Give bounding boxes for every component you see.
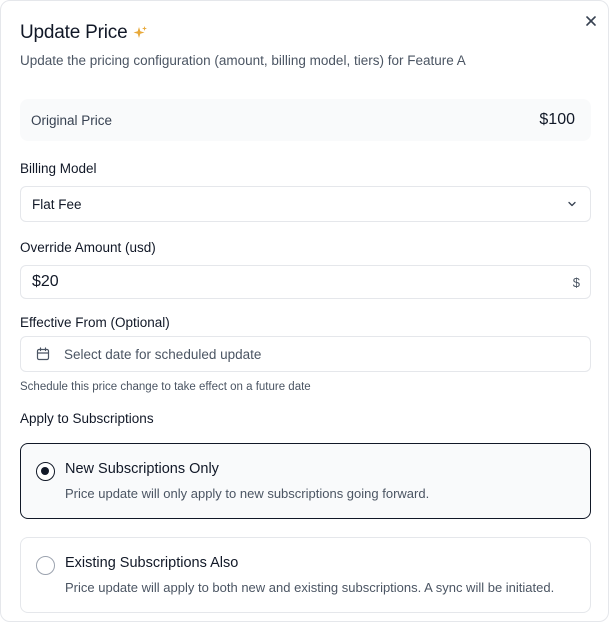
override-amount-field: $ [20, 265, 591, 299]
option-description: Price update will only apply to new subs… [65, 486, 430, 501]
date-placeholder: Select date for scheduled update [64, 346, 262, 362]
chevron-down-icon [568, 201, 576, 207]
title-row: Update Price [20, 22, 148, 44]
original-price-value: $100 [539, 111, 575, 128]
radio-selected-dot [41, 467, 49, 475]
option-title: New Subscriptions Only [65, 461, 219, 477]
effective-from-label: Effective From (Optional) [20, 315, 170, 330]
override-amount-input[interactable] [32, 273, 532, 291]
calendar-icon [36, 347, 50, 361]
close-icon [586, 16, 596, 26]
original-price-panel: Original Price $100 [20, 99, 591, 141]
radio-existing-subscriptions[interactable] [36, 556, 55, 575]
option-existing-subscriptions[interactable]: Existing Subscriptions Also Price update… [20, 537, 591, 613]
dialog-subtitle: Update the pricing configuration (amount… [20, 53, 466, 68]
override-amount-label: Override Amount (usd) [20, 240, 156, 255]
currency-suffix: $ [572, 274, 580, 290]
option-description: Price update will apply to both new and … [65, 580, 555, 595]
billing-model-value: Flat Fee [32, 196, 82, 212]
billing-model-label: Billing Model [20, 161, 97, 176]
billing-model-select[interactable]: Flat Fee [20, 186, 591, 222]
original-price-label: Original Price [31, 112, 113, 128]
dialog-title: Update Price [20, 22, 128, 43]
radio-new-subscriptions[interactable] [36, 462, 55, 481]
option-title: Existing Subscriptions Also [65, 555, 239, 571]
close-button[interactable] [583, 13, 599, 29]
update-price-dialog: Update Price Update the pricing configur… [0, 0, 609, 622]
effective-date-picker[interactable]: Select date for scheduled update [20, 336, 591, 372]
effective-from-help: Schedule this price change to take effec… [20, 381, 311, 393]
apply-to-label: Apply to Subscriptions [20, 411, 154, 426]
option-new-subscriptions[interactable]: New Subscriptions Only Price update will… [20, 443, 591, 519]
sparkle-icon [133, 26, 148, 38]
